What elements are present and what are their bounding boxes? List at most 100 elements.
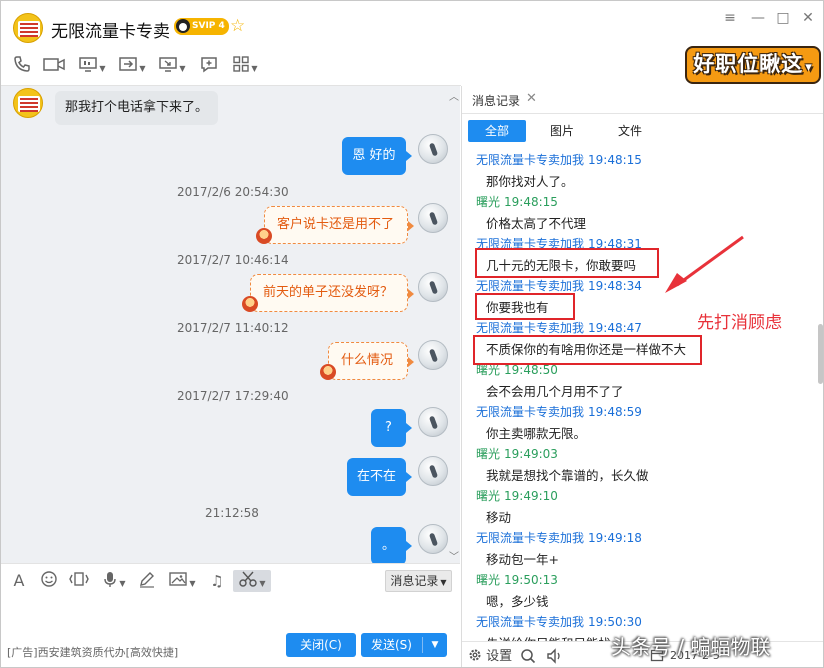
history-sender[interactable]: 无限流量卡专卖加我 [476, 531, 584, 545]
history-message[interactable]: 移动 [486, 507, 511, 526]
message-history-panel: 消息记录 ✕ 全部 图片 文件 无限流量卡专卖加我 19:48:15 那你找对人了。… [461, 86, 823, 667]
history-message[interactable]: 会不会用几个月用不了了 [486, 381, 624, 400]
subtab-all[interactable]: 全部 [468, 120, 526, 142]
message-bubble-outgoing[interactable]: ? [371, 409, 412, 447]
message-bubble-outgoing[interactable]: 。 [371, 527, 412, 563]
scroll-down-icon[interactable]: ﹀ [449, 548, 459, 563]
close-button[interactable]: 关闭(C) [286, 633, 356, 657]
my-avatar[interactable] [418, 524, 448, 554]
message-timestamp: 21:12:58 [205, 506, 259, 520]
history-message[interactable]: 移动包一年+ [486, 549, 559, 568]
my-avatar[interactable] [418, 203, 448, 233]
history-sender-line: 曙光 19:49:03 [476, 445, 558, 462]
scroll-up-icon[interactable]: ︿ [449, 88, 459, 103]
sticker-icon [242, 296, 258, 312]
message-timestamp: 2017/2/7 17:29:40 [177, 389, 289, 403]
history-sender[interactable]: 曙光 [476, 195, 500, 209]
history-sender[interactable]: 无限流量卡专卖加我 [476, 405, 584, 419]
chat-window: 无限流量卡专卖 SVIP 4 ☆ ≡ — □ ✕ ▼ ▼ ▼ ▼ 好职位瞅这 ▾ … [0, 0, 824, 668]
subtab-files[interactable]: 文件 [608, 120, 652, 142]
vip-badge-label: SVIP 4 [192, 21, 225, 31]
star-icon[interactable]: ☆ [230, 17, 245, 35]
history-scrollbar[interactable] [816, 146, 823, 641]
history-sender[interactable]: 曙光 [476, 489, 500, 503]
history-time: 19:49:10 [504, 489, 558, 503]
subtab-images[interactable]: 图片 [540, 120, 584, 142]
ad-text-link[interactable]: [广告]西安建筑资质代办[高效快捷] [7, 644, 178, 660]
history-message[interactable]: 价格太高了不代理 [486, 213, 586, 232]
scissors-icon[interactable]: ▼ [233, 570, 271, 592]
annotation-label: 先打消顾虑 [697, 313, 782, 333]
annotation-box [475, 248, 659, 278]
transfer-file-icon[interactable]: ▼ [117, 55, 147, 77]
menu-icon[interactable]: ≡ [721, 9, 739, 27]
history-message[interactable]: 那你找对人了。 [486, 171, 574, 190]
chat-messages-area[interactable]: 那我打个电话拿下来了。 恩 好的 2017/2/6 20:54:30 客户说卡还… [1, 86, 460, 563]
music-icon[interactable]: ♫ [206, 570, 228, 592]
draw-icon[interactable] [136, 570, 158, 592]
contact-avatar[interactable] [13, 88, 43, 118]
my-avatar[interactable] [418, 272, 448, 302]
my-avatar[interactable] [418, 340, 448, 370]
minimize-button[interactable]: — [749, 9, 767, 27]
message-bubble-outgoing[interactable]: 恩 好的 [342, 137, 412, 175]
message-bubble-outgoing[interactable]: 在不在 [347, 458, 412, 496]
message-history-button[interactable]: 消息记录 ▼ [385, 570, 452, 592]
font-icon[interactable]: A [9, 570, 29, 592]
screen-share-icon[interactable]: ▼ [77, 55, 107, 77]
settings-button[interactable]: 设置 [468, 648, 512, 665]
annotation-box [475, 293, 575, 320]
history-sender[interactable]: 无限流量卡专卖加我 [476, 153, 584, 167]
history-message[interactable]: 你主卖哪款无限。 [486, 423, 586, 442]
my-avatar[interactable] [418, 134, 448, 164]
chevron-down-icon: ▾ [805, 60, 813, 75]
history-sender[interactable]: 无限流量卡专卖加我 [476, 279, 584, 293]
history-time: 19:50:30 [588, 615, 642, 629]
speaker-icon[interactable] [546, 648, 564, 667]
history-sender[interactable]: 曙光 [476, 573, 500, 587]
image-icon[interactable]: ▼ [166, 570, 198, 592]
close-icon[interactable]: ✕ [526, 91, 537, 106]
search-icon[interactable] [520, 648, 536, 667]
emoji-icon[interactable] [38, 570, 60, 592]
contact-name[interactable]: 无限流量卡专卖 [51, 17, 170, 42]
message-bubble-outgoing[interactable]: 客户说卡还是用不了 [264, 206, 414, 244]
input-toolbar: A ▼ ▼ ♫ ▼ 消息记录 ▼ [1, 563, 460, 597]
history-sender[interactable]: 无限流量卡专卖加我 [476, 321, 584, 335]
message-bubble-outgoing[interactable]: 前天的单子还没发呀？ [250, 274, 414, 312]
history-scrollbar-thumb[interactable] [818, 324, 823, 384]
phone-icon[interactable] [11, 55, 33, 77]
tab-message-history[interactable]: 消息记录 [472, 92, 520, 109]
remote-desktop-icon[interactable]: ▼ [157, 55, 187, 77]
message-bubble-incoming[interactable]: 那我打个电话拿下来了。 [55, 91, 219, 125]
message-timestamp: 2017/2/7 10:46:14 [177, 253, 289, 267]
ad-banner-label: 好职位瞅这 [693, 52, 804, 76]
message-icon[interactable] [197, 55, 221, 77]
history-message[interactable]: 先送给你兄能和只能找 [486, 633, 611, 641]
history-log[interactable]: 无限流量卡专卖加我 19:48:15 那你找对人了。 曙光 19:48:15 价格太高了不… [462, 146, 812, 641]
vip-badge[interactable]: SVIP 4 [174, 18, 229, 35]
maximize-button[interactable]: □ [774, 9, 792, 27]
send-options-chevron-icon[interactable]: ▼ [427, 637, 443, 653]
message-bubble-outgoing[interactable]: 什么情况 [328, 342, 414, 380]
send-button-label: 发送(S) [371, 638, 412, 652]
message-history-label: 消息记录 [390, 574, 439, 588]
history-message[interactable]: 嗯，多少钱 [486, 591, 549, 610]
video-icon[interactable] [41, 55, 67, 77]
history-sender[interactable]: 曙光 [476, 363, 500, 377]
my-avatar[interactable] [418, 407, 448, 437]
voice-icon[interactable]: ▼ [99, 570, 129, 592]
close-window-button[interactable]: ✕ [799, 9, 817, 27]
history-time: 19:48:15 [504, 195, 558, 209]
apps-icon[interactable]: ▼ [229, 55, 261, 77]
shake-icon[interactable] [67, 570, 91, 592]
watermark: 头条号 / 蝙蝠物联 [611, 635, 771, 659]
chat-scrollbar[interactable] [450, 86, 460, 563]
history-message[interactable]: 我就是想找个靠谱的，长久做 [486, 465, 649, 484]
ad-banner[interactable]: 好职位瞅这 ▾ [685, 46, 821, 84]
history-sender-line: 无限流量卡专卖加我 19:48:34 [476, 277, 642, 294]
history-sender[interactable]: 无限流量卡专卖加我 [476, 615, 584, 629]
history-sender[interactable]: 曙光 [476, 447, 500, 461]
my-avatar[interactable] [418, 456, 448, 486]
contact-avatar[interactable] [13, 13, 43, 43]
